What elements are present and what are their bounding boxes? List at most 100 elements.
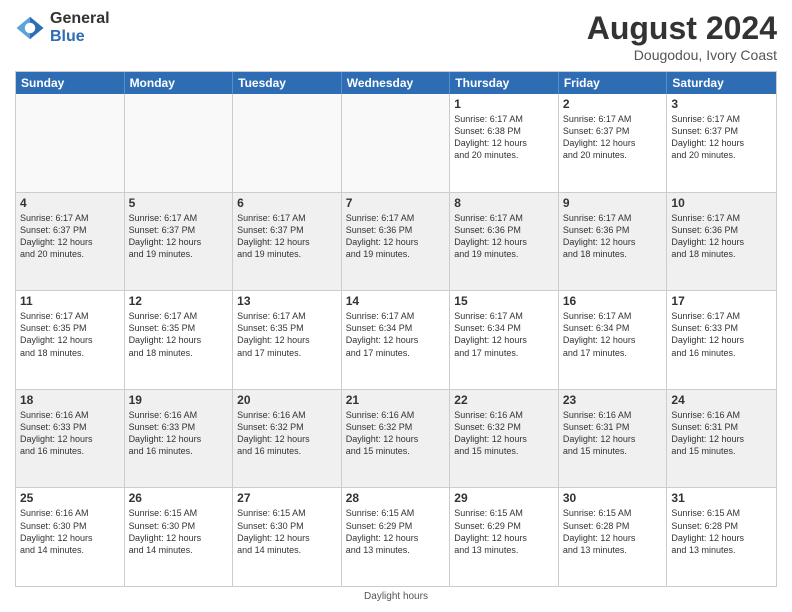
calendar-row: 4 Sunrise: 6:17 AMSunset: 6:37 PMDaylight… (16, 192, 776, 291)
day-number: 22 (454, 393, 554, 407)
day-info: Sunrise: 6:16 AMSunset: 6:32 PMDaylight:… (346, 409, 446, 458)
day-info: Sunrise: 6:17 AMSunset: 6:35 PMDaylight:… (20, 310, 120, 359)
day-cell-16: 16 Sunrise: 6:17 AMSunset: 6:34 PMDayligh… (559, 291, 668, 389)
day-info: Sunrise: 6:17 AMSunset: 6:37 PMDaylight:… (671, 113, 772, 162)
empty-cell (16, 94, 125, 192)
day-cell-12: 12Sunrise: 6:17 AMSunset: 6:35 PMDayligh… (125, 291, 234, 389)
day-cell-10: 10 Sunrise: 6:17 AMSunset: 6:36 PMDayligh… (667, 193, 776, 291)
day-cell-6: 6 Sunrise: 6:17 AMSunset: 6:37 PMDaylight… (233, 193, 342, 291)
day-info: Sunrise: 6:15 AMSunset: 6:28 PMDaylight:… (563, 507, 663, 556)
day-number: 13 (237, 294, 337, 308)
day-number: 16 (563, 294, 663, 308)
day-number: 31 (671, 491, 772, 505)
day-number: 6 (237, 196, 337, 210)
day-cell-25: 25 Sunrise: 6:16 AMSunset: 6:30 PMDayligh… (16, 488, 125, 586)
page: General Blue August 2024 Dougodou, Ivory… (0, 0, 792, 612)
day-cell-15: 15 Sunrise: 6:17 AMSunset: 6:34 PMDayligh… (450, 291, 559, 389)
day-cell-8: 8Sunrise: 6:17 AMSunset: 6:36 PMDaylight… (450, 193, 559, 291)
logo-text: General Blue (50, 10, 110, 45)
header-cell-tuesday: Tuesday (233, 72, 342, 94)
day-info: Sunrise: 6:17 AMSunset: 6:38 PMDaylight:… (454, 113, 554, 162)
day-info: Sunrise: 6:17 AMSunset: 6:36 PMDaylight:… (346, 212, 446, 261)
day-info: Sunrise: 6:17 AMSunset: 6:37 PMDaylight:… (237, 212, 337, 261)
day-info: Sunrise: 6:17 AMSunset: 6:36 PMDaylight:… (671, 212, 772, 261)
day-cell-7: 7 Sunrise: 6:17 AMSunset: 6:36 PMDaylight… (342, 193, 451, 291)
day-number: 28 (346, 491, 446, 505)
day-info: Sunrise: 6:17 AMSunset: 6:37 PMDaylight:… (563, 113, 663, 162)
day-info: Sunrise: 6:15 AMSunset: 6:29 PMDaylight:… (346, 507, 446, 556)
day-info: Sunrise: 6:16 AMSunset: 6:33 PMDaylight:… (20, 409, 120, 458)
day-cell-29: 29Sunrise: 6:15 AMSunset: 6:29 PMDayligh… (450, 488, 559, 586)
logo: General Blue (15, 10, 110, 45)
day-cell-28: 28 Sunrise: 6:15 AMSunset: 6:29 PMDayligh… (342, 488, 451, 586)
day-cell-14: 14 Sunrise: 6:17 AMSunset: 6:34 PMDayligh… (342, 291, 451, 389)
day-number: 9 (563, 196, 663, 210)
title-area: August 2024 Dougodou, Ivory Coast (587, 10, 777, 63)
day-cell-30: 30Sunrise: 6:15 AMSunset: 6:28 PMDayligh… (559, 488, 668, 586)
day-cell-22: 22Sunrise: 6:16 AMSunset: 6:32 PMDayligh… (450, 390, 559, 488)
day-cell-31: 31Sunrise: 6:15 AMSunset: 6:28 PMDayligh… (667, 488, 776, 586)
logo-icon (15, 13, 45, 43)
day-number: 23 (563, 393, 663, 407)
empty-cell (233, 94, 342, 192)
calendar-row: 1 Sunrise: 6:17 AMSunset: 6:38 PMDaylight… (16, 94, 776, 192)
calendar-body: 1 Sunrise: 6:17 AMSunset: 6:38 PMDaylight… (16, 94, 776, 586)
day-info: Sunrise: 6:15 AMSunset: 6:29 PMDaylight:… (454, 507, 554, 556)
day-cell-11: 11 Sunrise: 6:17 AMSunset: 6:35 PMDayligh… (16, 291, 125, 389)
day-cell-18: 18Sunrise: 6:16 AMSunset: 6:33 PMDayligh… (16, 390, 125, 488)
day-info: Sunrise: 6:16 AMSunset: 6:30 PMDaylight:… (20, 507, 120, 556)
day-number: 11 (20, 294, 120, 308)
calendar-header: SundayMondayTuesdayWednesdayThursdayFrid… (16, 72, 776, 94)
day-number: 1 (454, 97, 554, 111)
day-info: Sunrise: 6:17 AMSunset: 6:36 PMDaylight:… (563, 212, 663, 261)
day-cell-3: 3 Sunrise: 6:17 AMSunset: 6:37 PMDaylight… (667, 94, 776, 192)
day-number: 15 (454, 294, 554, 308)
day-cell-9: 9 Sunrise: 6:17 AMSunset: 6:36 PMDaylight… (559, 193, 668, 291)
day-cell-1: 1 Sunrise: 6:17 AMSunset: 6:38 PMDaylight… (450, 94, 559, 192)
day-cell-13: 13 Sunrise: 6:17 AMSunset: 6:35 PMDayligh… (233, 291, 342, 389)
day-info: Sunrise: 6:17 AMSunset: 6:34 PMDaylight:… (563, 310, 663, 359)
header-cell-friday: Friday (559, 72, 668, 94)
day-number: 20 (237, 393, 337, 407)
day-info: Sunrise: 6:17 AMSunset: 6:34 PMDaylight:… (346, 310, 446, 359)
header-cell-wednesday: Wednesday (342, 72, 451, 94)
calendar: SundayMondayTuesdayWednesdayThursdayFrid… (15, 71, 777, 587)
footer-note: Daylight hours (15, 591, 777, 602)
day-info: Sunrise: 6:17 AMSunset: 6:34 PMDaylight:… (454, 310, 554, 359)
logo-blue-text: Blue (50, 28, 110, 46)
day-cell-2: 2 Sunrise: 6:17 AMSunset: 6:37 PMDaylight… (559, 94, 668, 192)
day-info: Sunrise: 6:16 AMSunset: 6:32 PMDaylight:… (237, 409, 337, 458)
day-number: 21 (346, 393, 446, 407)
day-number: 4 (20, 196, 120, 210)
header-cell-sunday: Sunday (16, 72, 125, 94)
logo-general-text: General (50, 10, 110, 28)
day-number: 3 (671, 97, 772, 111)
day-number: 26 (129, 491, 229, 505)
day-cell-21: 21 Sunrise: 6:16 AMSunset: 6:32 PMDayligh… (342, 390, 451, 488)
calendar-row: 25 Sunrise: 6:16 AMSunset: 6:30 PMDayligh… (16, 487, 776, 586)
day-number: 27 (237, 491, 337, 505)
day-number: 25 (20, 491, 120, 505)
day-number: 14 (346, 294, 446, 308)
header-cell-saturday: Saturday (667, 72, 776, 94)
day-info: Sunrise: 6:17 AMSunset: 6:35 PMDaylight:… (237, 310, 337, 359)
empty-cell (342, 94, 451, 192)
month-title: August 2024 (587, 10, 777, 47)
day-info: Sunrise: 6:16 AMSunset: 6:31 PMDaylight:… (671, 409, 772, 458)
header-cell-monday: Monday (125, 72, 234, 94)
day-info: Sunrise: 6:17 AMSunset: 6:35 PMDaylight:… (129, 310, 229, 359)
day-cell-4: 4 Sunrise: 6:17 AMSunset: 6:37 PMDaylight… (16, 193, 125, 291)
day-info: Sunrise: 6:16 AMSunset: 6:33 PMDaylight:… (129, 409, 229, 458)
day-number: 10 (671, 196, 772, 210)
day-number: 17 (671, 294, 772, 308)
day-info: Sunrise: 6:17 AMSunset: 6:37 PMDaylight:… (20, 212, 120, 261)
day-info: Sunrise: 6:17 AMSunset: 6:37 PMDaylight:… (129, 212, 229, 261)
day-info: Sunrise: 6:16 AMSunset: 6:31 PMDaylight:… (563, 409, 663, 458)
day-info: Sunrise: 6:17 AMSunset: 6:33 PMDaylight:… (671, 310, 772, 359)
day-cell-26: 26Sunrise: 6:15 AMSunset: 6:30 PMDayligh… (125, 488, 234, 586)
day-cell-23: 23 Sunrise: 6:16 AMSunset: 6:31 PMDayligh… (559, 390, 668, 488)
day-number: 19 (129, 393, 229, 407)
header-cell-thursday: Thursday (450, 72, 559, 94)
day-number: 7 (346, 196, 446, 210)
day-number: 2 (563, 97, 663, 111)
